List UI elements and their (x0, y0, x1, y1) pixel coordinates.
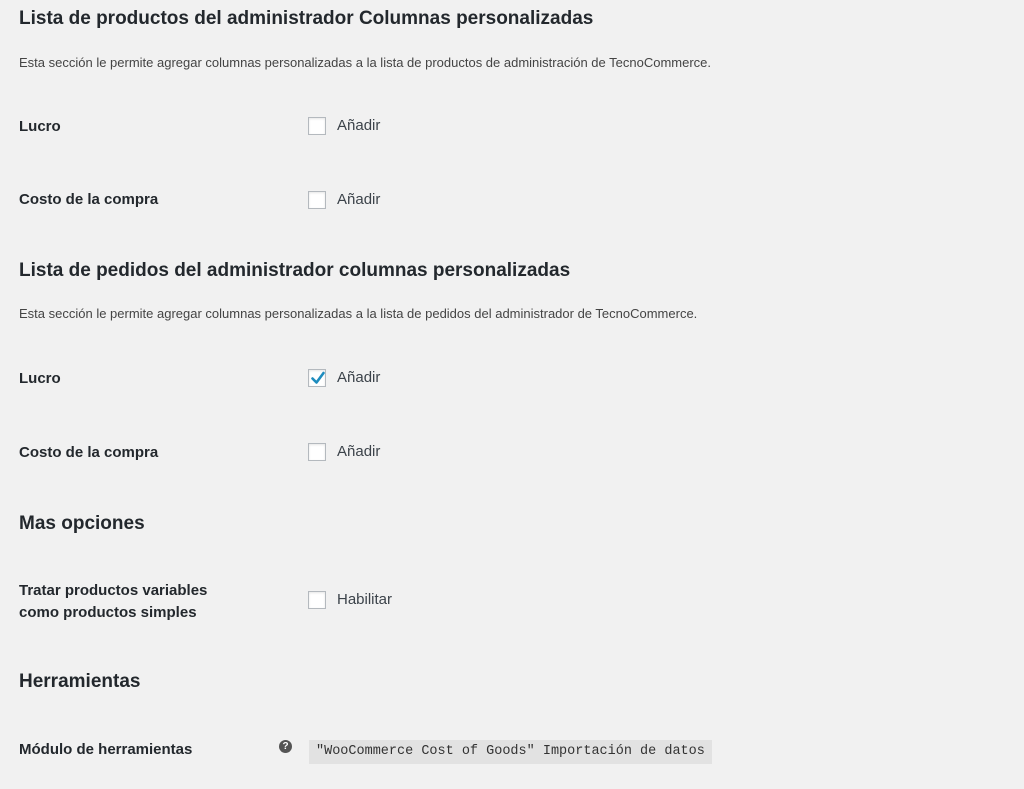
section-title-more-options: Mas opciones (19, 513, 145, 534)
tools-import-code: "WooCommerce Cost of Goods" Importación … (309, 740, 712, 764)
orders-lucro-checkbox-label[interactable]: Añadir (337, 368, 380, 388)
products-lucro-checkbox[interactable] (308, 117, 326, 135)
checkmark-icon (311, 371, 325, 384)
products-costo-option[interactable]: Añadir (308, 190, 380, 210)
question-circle-icon[interactable]: ? (279, 740, 292, 753)
variable-products-option[interactable]: Habilitar (308, 590, 392, 610)
field-label-orders-lucro: Lucro (19, 370, 61, 387)
variable-products-checkbox[interactable] (308, 591, 326, 609)
field-label-variable-products: Tratar productos variables como producto… (19, 580, 207, 624)
orders-costo-option[interactable]: Añadir (308, 442, 380, 462)
section-title-tools: Herramientas (19, 671, 141, 692)
field-label-variable-products-line2: como productos simples (19, 604, 197, 621)
products-lucro-checkbox-label[interactable]: Añadir (337, 116, 380, 136)
section-title-products-columns: Lista de productos del administrador Col… (19, 8, 594, 29)
products-costo-checkbox[interactable] (308, 191, 326, 209)
section-description-orders-columns: Esta sección le permite agregar columnas… (19, 306, 698, 321)
orders-lucro-option[interactable]: Añadir (308, 368, 380, 388)
variable-products-checkbox-label[interactable]: Habilitar (337, 590, 392, 610)
field-label-orders-costo: Costo de la compra (19, 444, 159, 461)
orders-costo-checkbox[interactable] (308, 443, 326, 461)
section-title-orders-columns: Lista de pedidos del administrador colum… (19, 260, 571, 281)
section-description-products-columns: Esta sección le permite agregar columnas… (19, 55, 712, 70)
field-label-tools-module: Módulo de herramientas (19, 741, 193, 758)
products-costo-checkbox-label[interactable]: Añadir (337, 190, 380, 210)
orders-costo-checkbox-label[interactable]: Añadir (337, 442, 380, 462)
orders-lucro-checkbox[interactable] (308, 369, 326, 387)
field-label-products-lucro: Lucro (19, 118, 61, 135)
field-label-products-costo: Costo de la compra (19, 191, 159, 208)
field-label-variable-products-line1: Tratar productos variables (19, 582, 208, 599)
products-lucro-option[interactable]: Añadir (308, 116, 380, 136)
